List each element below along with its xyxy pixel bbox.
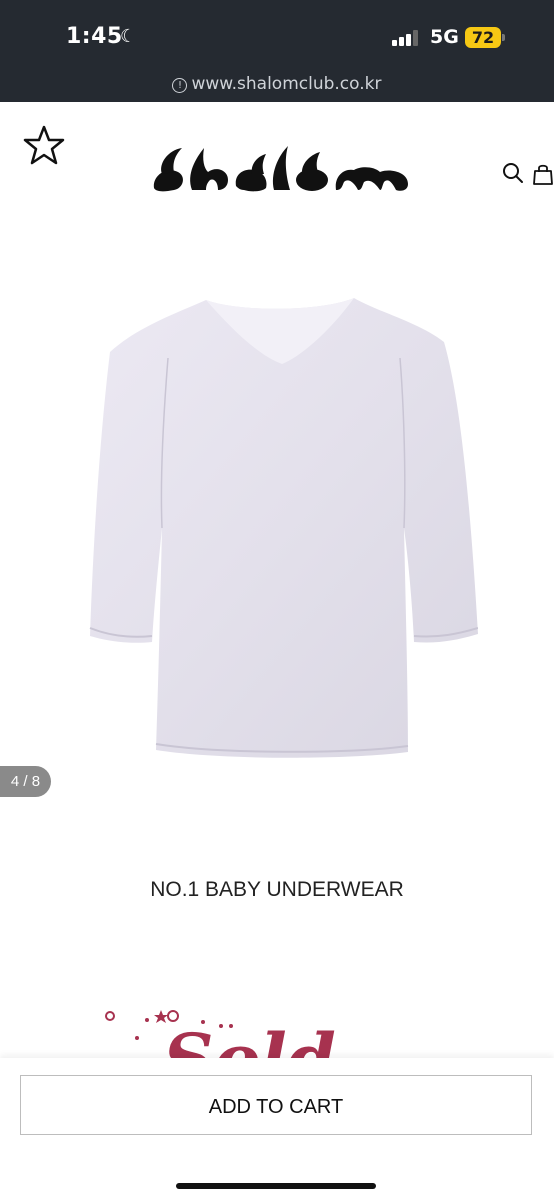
site-header — [0, 102, 554, 232]
search-icon[interactable] — [502, 162, 524, 184]
add-to-cart-button[interactable]: ADD TO CART — [20, 1075, 532, 1135]
moon-icon: ☾ — [120, 26, 137, 46]
battery-cap — [502, 34, 505, 41]
cart-bar: ADD TO CART — [0, 1058, 554, 1200]
gallery-counter: 4 / 8 — [0, 766, 51, 797]
status-bar: 1:45 ☾ 5G 72 ! www.shalomclub.co.kr — [0, 0, 554, 102]
signal-icon — [392, 30, 420, 46]
product-title: NO.1 BABY UNDERWEAR — [150, 878, 404, 901]
address-bar[interactable]: ! www.shalomclub.co.kr — [0, 74, 554, 94]
network-label: 5G — [430, 26, 459, 48]
battery-icon: 72 — [465, 27, 501, 48]
product-image[interactable] — [88, 298, 478, 760]
shalom-logo[interactable] — [152, 144, 412, 194]
star-icon[interactable] — [22, 124, 66, 166]
url-text[interactable]: www.shalomclub.co.kr — [191, 74, 381, 94]
status-time: 1:45 — [66, 24, 123, 49]
info-icon[interactable]: ! — [172, 78, 188, 93]
home-indicator[interactable] — [176, 1183, 376, 1189]
shopping-bag-icon[interactable] — [532, 163, 554, 185]
